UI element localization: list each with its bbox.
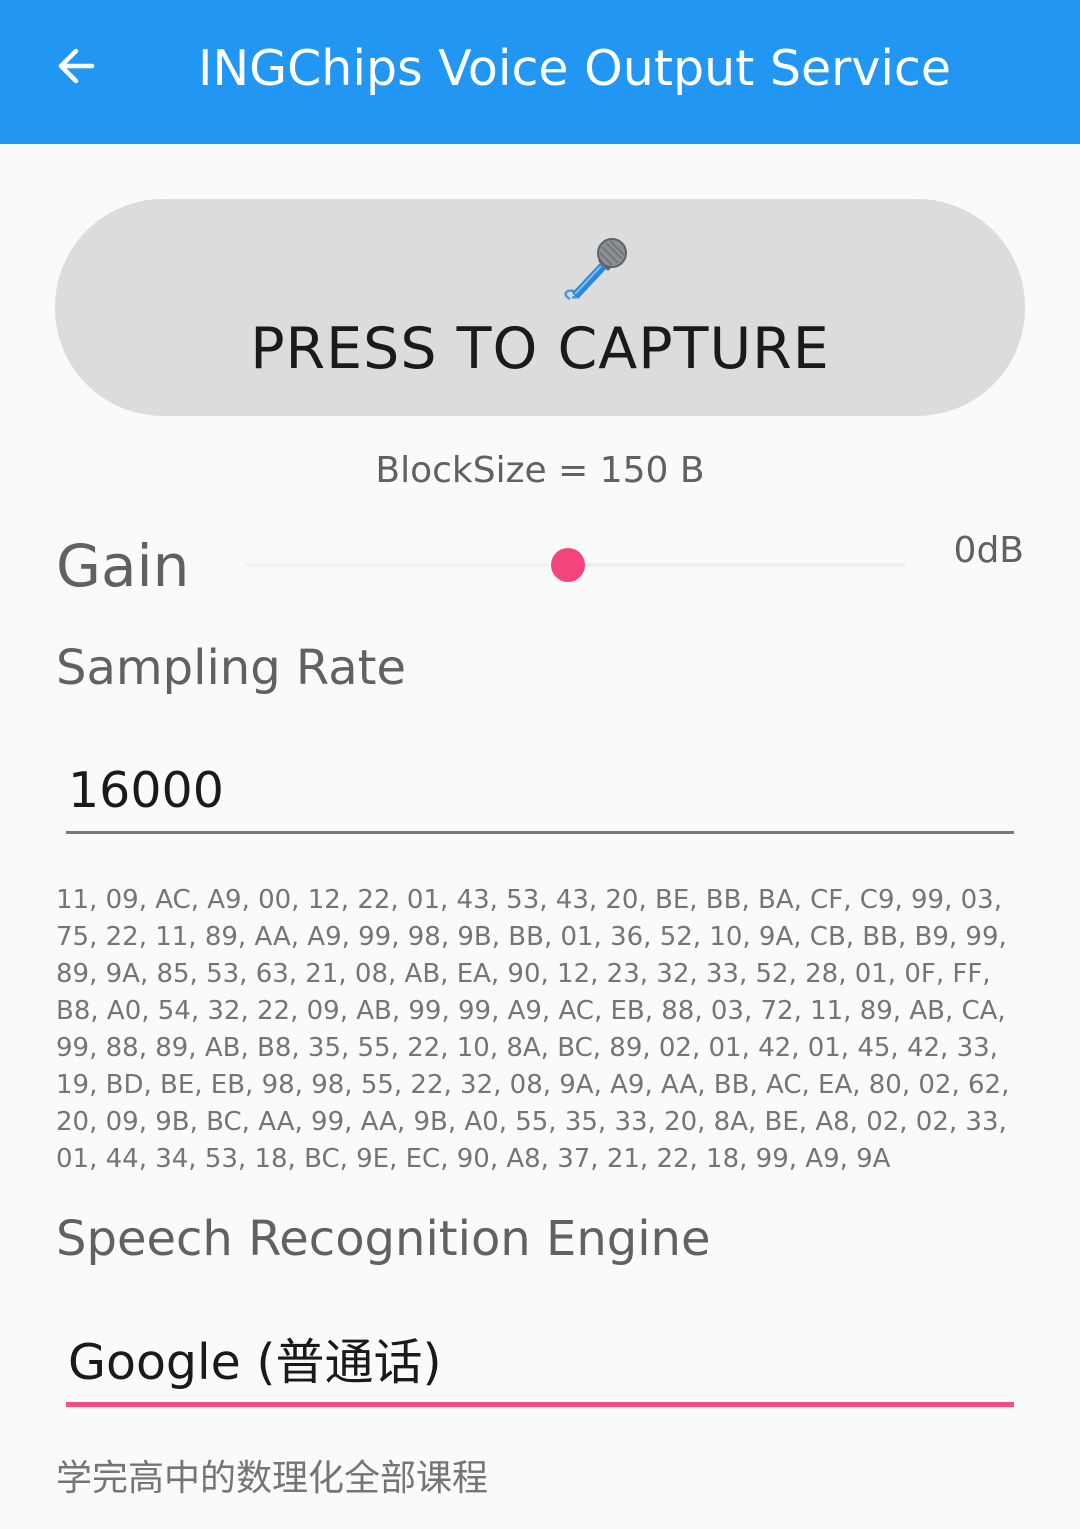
- arrow-back-icon: [58, 48, 95, 84]
- capture-label: PRESS TO CAPTURE: [250, 316, 830, 382]
- engine-selected-value[interactable]: Google (普通话): [66, 1332, 1014, 1394]
- page-title: INGChips Voice Output Service: [198, 40, 952, 97]
- engine-select[interactable]: Google (普通话): [66, 1332, 1014, 1407]
- microphone-icon: [564, 238, 627, 301]
- back-button[interactable]: [40, 30, 112, 102]
- gain-value: 0dB: [953, 530, 1024, 571]
- field-underline-active: [66, 1402, 1014, 1407]
- slider-thumb[interactable]: [551, 548, 585, 582]
- engine-label: Speech Recognition Engine: [56, 1211, 711, 1267]
- sampling-rate-label: Sampling Rate: [56, 640, 406, 696]
- gain-slider[interactable]: [245, 545, 905, 585]
- hex-data-text: 11, 09, AC, A9, 00, 12, 22, 01, 43, 53, …: [56, 885, 1010, 1174]
- field-underline: [66, 831, 1014, 834]
- sampling-rate-field[interactable]: 16000: [66, 760, 1014, 834]
- gain-label: Gain: [56, 532, 190, 600]
- block-size-text: BlockSize = 150 B: [375, 450, 705, 491]
- sampling-rate-input[interactable]: 16000: [66, 760, 1014, 822]
- slider-fill: [245, 563, 568, 567]
- recognition-result-text: 学完高中的数理化全部课程: [56, 1458, 489, 1499]
- app-bar: INGChips Voice Output Service: [0, 0, 1080, 144]
- capture-button[interactable]: PRESS TO CAPTURE: [55, 199, 1025, 416]
